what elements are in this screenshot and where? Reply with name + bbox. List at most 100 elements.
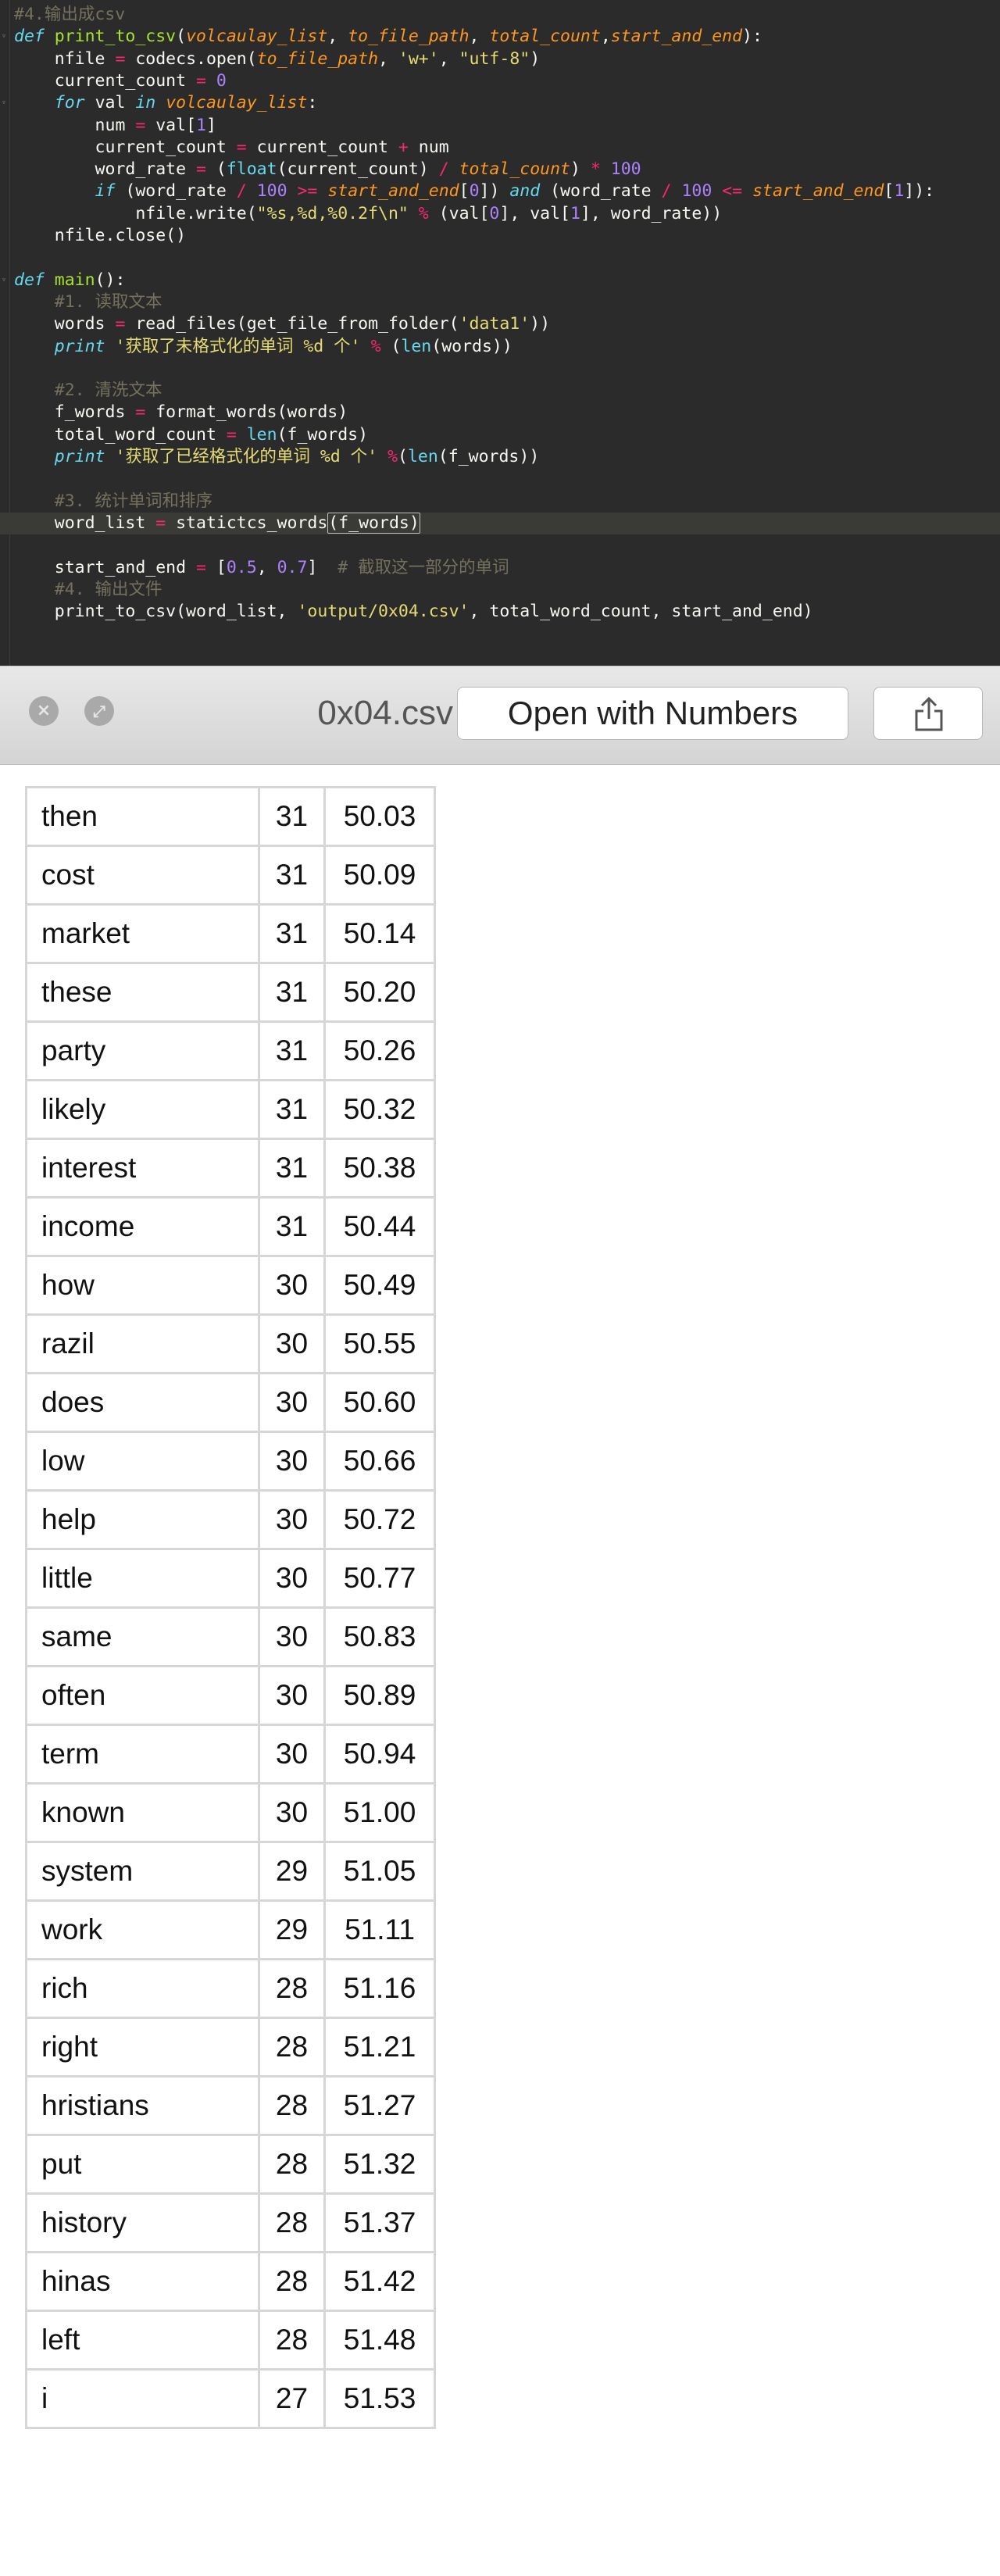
code-line: print '获取了已经格式化的单词 %d 个' %(len(f_words)) [14,446,540,468]
word-cell: hinas [25,2251,260,2312]
table-row: cost 31 50.09 [25,845,436,906]
code-token: total_count [489,27,601,47]
rate-cell: 50.38 [323,1138,436,1199]
code-token: "%s,%d,%0.2f\n" [256,203,409,223]
code-editor[interactable]: #4.输出成csv def print_to_csv(volcaulay_list… [0,0,1000,666]
table-row: income 31 50.44 [25,1196,436,1257]
table-row: does 30 50.60 [25,1372,436,1433]
code-token: % [370,336,381,356]
code-token: / [438,159,449,180]
word-cell: work [25,1899,260,1960]
open-with-numbers-button[interactable]: Open with Numbers [457,687,848,740]
code-token: read_files(get_file_from_folder( [125,314,459,334]
word-cell: known [25,1782,260,1843]
code-token: (): [95,270,126,290]
code-token: nfile.close() [14,226,187,245]
count-cell: 31 [258,903,326,964]
rate-cell: 51.11 [323,1899,436,1960]
word-cell: market [25,903,260,964]
close-icon[interactable]: × [29,696,59,726]
code-token: ], val[ [499,203,570,223]
count-cell: 28 [258,2075,326,2136]
code-token: (word_rate [550,181,662,202]
rate-cell: 50.03 [323,786,436,847]
rate-cell: 51.53 [323,2368,436,2429]
code-token: 0 [469,181,480,202]
word-cell: often [25,1665,260,1726]
word-cell: left [25,2310,260,2371]
word-cell: party [25,1020,260,1081]
rate-cell: 51.32 [323,2134,436,2195]
word-cell: interest [25,1138,260,1199]
count-cell: 30 [258,1782,326,1843]
code-token: #1. 读取文本 [14,291,162,312]
table-row: same 30 50.83 [25,1606,436,1667]
count-cell: 31 [258,786,326,847]
code-token: = [196,159,206,180]
code-token: >= [297,181,318,202]
code-token: len [407,447,438,466]
code-token: ], word_rate)) [580,203,723,223]
code-token: 0 [216,70,227,91]
count-cell: 29 [258,1841,326,1902]
table-row: hinas 28 51.42 [25,2251,436,2312]
code-token: num [408,137,449,157]
code-line: current_count = 0 [14,70,227,92]
word-cell: help [25,1489,260,1550]
share-button[interactable] [873,687,983,740]
code-token: 100 [681,181,712,202]
code-token: ( [398,447,408,466]
code-token: ): [742,27,762,47]
count-cell: 30 [258,1372,326,1433]
rate-cell: 50.44 [323,1196,436,1257]
fold-marker-icon[interactable]: ▿ [2,33,8,41]
code-token: 'output/0x04.csv' [297,602,470,622]
share-icon [915,696,943,731]
count-cell: 28 [258,2134,326,2195]
quicklook-window: × ⤢ 0x04.csv Open with Numbers then 31 50.… [0,666,1000,2576]
code-token: current_count [14,70,196,91]
code-token: [ [205,557,227,577]
code-token: codecs.open( [125,48,257,69]
rate-cell: 50.83 [323,1606,436,1667]
code-token: (word_rate [125,181,237,202]
code-token: = [196,70,206,91]
code-token: 1 [894,181,905,202]
rate-cell: 50.66 [323,1431,436,1492]
word-cell: history [25,2192,260,2253]
code-line: num = val[1] [14,115,216,137]
table-row: hristians 28 51.27 [25,2075,436,2136]
quicklook-toolbar: × ⤢ 0x04.csv Open with Numbers [0,666,1000,765]
word-cell: rich [25,1958,260,2019]
count-cell: 30 [258,1313,326,1374]
rate-cell: 50.55 [323,1313,436,1374]
word-cell: how [25,1255,260,1316]
word-cell: system [25,1841,260,1902]
count-cell: 28 [258,2192,326,2253]
count-cell: 28 [258,2017,326,2078]
code-line: #1. 读取文本 [14,291,162,313]
word-cell: put [25,2134,260,2195]
code-token: total_word_count [14,424,227,445]
fold-marker-icon[interactable]: ▿ [2,276,8,284]
rate-cell: 51.37 [323,2192,436,2253]
code-line: print '获取了未格式化的单词 %d 个' % (len(words)) [14,336,512,358]
code-token: print [14,336,116,356]
code-token: (f_words)) [438,447,540,466]
fold-marker-icon[interactable]: ▿ [2,99,8,107]
table-row: likely 31 50.32 [25,1079,436,1140]
fullscreen-icon[interactable]: ⤢ [84,696,114,726]
code-token: (current_count) [277,159,439,180]
code-token: start_and_end [610,27,743,47]
code-token: val [95,93,136,113]
count-cell: 30 [258,1724,326,1785]
count-cell: 30 [258,1548,326,1609]
code-token: in [135,93,166,113]
